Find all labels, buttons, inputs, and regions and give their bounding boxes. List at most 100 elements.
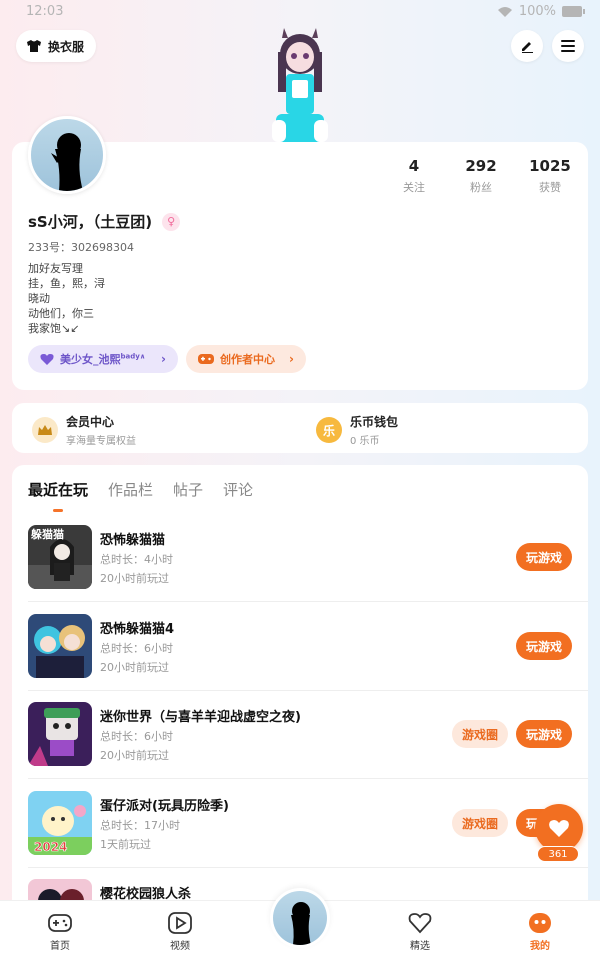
creator-center-label: 创作者中心 — [220, 353, 275, 366]
svg-text:2024: 2024 — [34, 840, 67, 854]
nav-home-label: 首页 — [50, 941, 70, 952]
status-indicators: 100% — [497, 4, 585, 19]
nav-video[interactable]: 视频 — [150, 911, 210, 952]
game-duration: 总时长：4小时 — [100, 553, 173, 566]
game-last-played: 20小时前玩过 — [100, 661, 169, 674]
likes-count: 1025 — [529, 157, 571, 175]
game-thumbnail — [28, 614, 92, 678]
coin-wallet-title: 乐币钱包 — [350, 415, 399, 429]
coin-icon: 乐 — [316, 417, 342, 443]
game-duration: 总时长：6小时 — [100, 642, 173, 655]
svg-text:躲猫猫: 躲猫猫 — [31, 527, 64, 541]
followers-label: 粉丝 — [470, 181, 492, 194]
group-tag-label: 美少女_池熙bady∧ — [60, 352, 146, 366]
chevron-right-icon: › — [161, 352, 166, 366]
member-center-title: 会员中心 — [66, 415, 115, 429]
divider — [28, 867, 588, 868]
game-last-played: 1天前玩过 — [100, 838, 151, 851]
likes-label: 获赞 — [539, 181, 561, 194]
stat-followers[interactable]: 292 粉丝 — [441, 157, 521, 195]
game-duration: 总时长：6小时 — [100, 730, 173, 743]
profile-avatar[interactable] — [28, 116, 106, 194]
username-row: sS小河，（土豆团) ♀ — [28, 211, 181, 232]
heart-icon — [549, 820, 569, 837]
dress-up-label: 换衣服 — [48, 39, 85, 54]
game-last-played: 20小时前玩过 — [100, 749, 169, 762]
menu-icon — [561, 40, 575, 52]
nav-video-label: 视频 — [170, 941, 190, 952]
divider — [28, 601, 588, 602]
wallet-card: 会员中心 享海量专属权益 乐 乐币钱包 0 乐币 — [12, 403, 588, 453]
play-icon — [168, 912, 192, 934]
stat-likes[interactable]: 1025 获赞 — [510, 157, 590, 195]
game-last-played: 20小时前玩过 — [100, 572, 169, 585]
game-thumbnail: 2024 — [28, 791, 92, 855]
nav-me-label: 我的 — [530, 941, 550, 952]
chevron-right-icon: › — [289, 352, 294, 366]
play-game-button[interactable]: 玩游戏 — [516, 543, 572, 571]
game-thumbnail — [28, 702, 92, 766]
divider — [28, 778, 588, 779]
tab-posts[interactable]: 帖子 — [173, 479, 203, 500]
member-center-subtitle: 享海量专属权益 — [66, 436, 136, 447]
tab-recently-played[interactable]: 最近在玩 — [28, 479, 88, 512]
game-duration: 总时长：17小时 — [100, 819, 180, 832]
game-title: 迷你世界（与喜羊羊迎战虚空之夜) — [100, 710, 301, 725]
wifi-icon — [497, 6, 512, 17]
bio-line: 挂，鱼，熙，浔 — [28, 277, 105, 290]
coin-wallet[interactable]: 乐 乐币钱包 0 乐币 — [316, 413, 398, 447]
dress-up-button[interactable]: 换衣服 — [16, 30, 97, 62]
game-circle-button[interactable]: 游戏圈 — [452, 720, 508, 748]
nav-me[interactable]: 我的 — [510, 911, 570, 952]
avatar-character[interactable] — [262, 24, 338, 144]
nav-featured-label: 精选 — [410, 941, 430, 952]
group-tag[interactable]: 美少女_池熙bady∧ › — [28, 345, 178, 373]
bio: 加好友写理 挂，鱼，熙，浔 晓动 动他们，你三 我家饱↘↙ — [28, 261, 105, 336]
menu-button[interactable] — [552, 30, 584, 62]
game-title: 蛋仔派对(玩具历险季) — [100, 799, 229, 814]
divider — [28, 690, 588, 691]
bio-line: 我家饱↘↙ — [28, 322, 80, 335]
nav-home[interactable]: 首页 — [30, 911, 90, 952]
content-card: 最近在玩 作品栏 帖子 评论 躲猫猫 恐怖躲猫猫 总时长：4小时 20小时前玩过… — [12, 465, 588, 960]
bio-line: 晓动 — [28, 292, 50, 305]
face-icon — [529, 913, 551, 933]
heart-diamond-icon — [408, 913, 432, 934]
game-thumbnail: 躲猫猫 — [28, 525, 92, 589]
coin-wallet-subtitle: 0 乐币 — [350, 436, 380, 447]
shirt-icon — [27, 40, 41, 52]
crown-icon — [32, 417, 58, 443]
bio-line: 动他们，你三 — [28, 307, 94, 320]
followers-count: 292 — [465, 157, 497, 175]
game-row[interactable]: 躲猫猫 恐怖躲猫猫 总时长：4小时 20小时前玩过 玩游戏 — [28, 525, 588, 613]
member-center[interactable]: 会员中心 享海量专属权益 — [32, 413, 136, 447]
status-time: 12:03 — [26, 4, 64, 19]
game-circle-button[interactable]: 游戏圈 — [452, 809, 508, 837]
like-float-button[interactable] — [535, 804, 583, 852]
creator-center-tag[interactable]: 创作者中心 › — [186, 345, 306, 373]
nav-featured[interactable]: 精选 — [390, 911, 450, 952]
game-title: 恐怖躲猫猫 — [100, 533, 166, 548]
female-icon: ♀ — [162, 212, 181, 231]
gamepad-icon — [198, 354, 214, 364]
game-row[interactable]: 2024 蛋仔派对(玩具历险季) 总时长：17小时 1天前玩过 游戏圈 玩游戏 — [28, 791, 588, 879]
bio-line: 加好友写理 — [28, 262, 83, 275]
gamepad-icon — [48, 914, 72, 932]
battery-percent: 100% — [518, 4, 556, 19]
game-row[interactable]: 迷你世界（与喜羊羊迎战虚空之夜) 总时长：6小时 20小时前玩过 游戏圈 玩游戏 — [28, 702, 588, 790]
battery-icon — [562, 6, 585, 17]
tab-comments[interactable]: 评论 — [223, 479, 253, 500]
nav-avatar-button[interactable] — [270, 888, 330, 948]
edit-profile-button[interactable] — [511, 30, 543, 62]
play-game-button[interactable]: 玩游戏 — [516, 720, 572, 748]
content-tabs: 最近在玩 作品栏 帖子 评论 — [28, 479, 253, 512]
heart-icon — [40, 354, 54, 365]
status-bar: 12:03 100% — [0, 0, 600, 24]
nav-avatar — [273, 891, 327, 945]
tab-works[interactable]: 作品栏 — [108, 479, 153, 500]
game-title: 恐怖躲猫猫4 — [100, 622, 175, 637]
game-row[interactable]: 恐怖躲猫猫4 总时长：6小时 20小时前玩过 玩游戏 — [28, 614, 588, 702]
pen-icon — [522, 42, 533, 53]
play-game-button[interactable]: 玩游戏 — [516, 632, 572, 660]
user-id: 233号：302698304 — [28, 241, 134, 254]
